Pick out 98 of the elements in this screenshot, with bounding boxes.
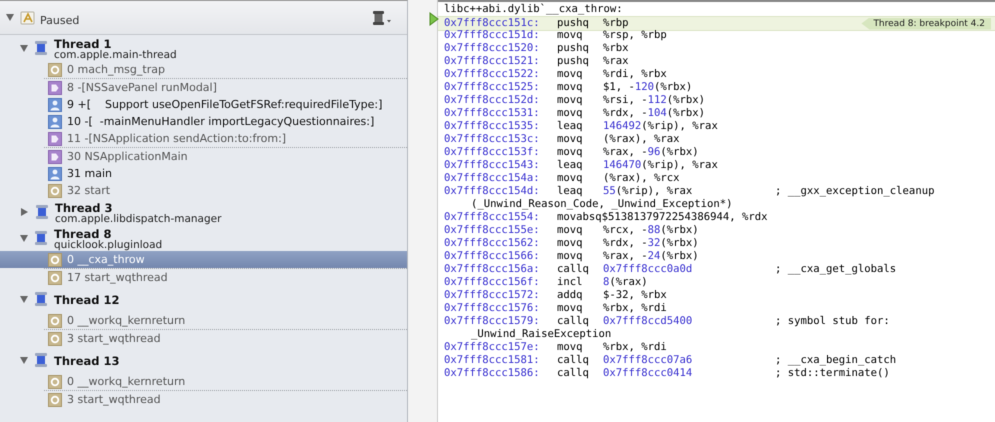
frame-label: 32 start [67, 184, 110, 197]
gear-icon [48, 252, 62, 266]
disclosure-triangle-icon[interactable] [20, 356, 28, 364]
stack-frame-row[interactable]: 17 start_wqthread [44, 268, 407, 286]
code-line: 0x7fff8ccc153c: movq (%rax), %rax [444, 133, 681, 146]
frame-label: 0 mach_msg_trap [67, 63, 165, 76]
gear-icon [48, 314, 62, 328]
stack-frame-row[interactable]: 0 mach_msg_trap [44, 61, 407, 78]
gear-icon [48, 392, 62, 406]
frame-label: 0 __cxa_throw [67, 253, 145, 266]
thread-filter-icon[interactable] [371, 10, 393, 26]
gear-icon [48, 332, 62, 346]
code-line: 0x7fff8ccc1522: movq %rdi, %rbx [444, 68, 668, 81]
stack-frame-row[interactable]: 30 NSApplicationMain [44, 147, 407, 165]
stack-frame-row[interactable]: 0 __workq_kernreturn [44, 312, 407, 329]
mug-icon [48, 132, 62, 146]
thread-row[interactable]: Thread 1 com.apple.main-thread [0, 35, 407, 61]
frame-label: 0 __workq_kernreturn [67, 375, 186, 388]
thread-name: Thread 3 [55, 202, 112, 214]
spool-icon [35, 204, 49, 220]
code-line: 0x7fff8ccc152d: movq %rsi, -112(%rbx) [444, 94, 706, 107]
stack-frame-row[interactable]: 3 start_wqthread [44, 390, 407, 408]
code-line: 0x7fff8ccc155e: movq %rcx, -88(%rbx) [444, 224, 700, 237]
code-line: 0x7fff8ccc1554: movabsq$5138137972254386944, %rdx [444, 211, 768, 224]
frame-label: 0 __workq_kernreturn [67, 314, 186, 327]
code-line: 0x7fff8ccc156a: callq 0x7fff8ccc0a0d ; __cxa_get_globals [444, 263, 896, 276]
disclosure-triangle-icon[interactable] [21, 208, 28, 216]
stack-frame-row[interactable]: 11 -[NSApplication sendAction:to:from:] [44, 130, 407, 147]
code-line: 0x7fff8ccc1566: movq %rax, -24(%rbx) [444, 250, 700, 263]
code-line: 0x7fff8ccc1535: leaq 146492(%rip), %rax [444, 120, 719, 133]
thread-row[interactable]: Thread 12 [0, 286, 407, 312]
stack-frame-row[interactable]: 9 +[ Support useOpenFileToGetFSRef:requiredFileType:] [44, 96, 407, 113]
disclosure-triangle-icon[interactable] [20, 234, 28, 242]
thread-row[interactable]: Thread 13 [0, 347, 407, 373]
frame-label: 30 NSApplicationMain [67, 150, 188, 163]
stack-frame-row[interactable]: 3 start_wqthread [44, 329, 407, 347]
code-line: 0x7fff8ccc156f: incl 8(%rax) [444, 276, 649, 289]
person-icon [48, 98, 62, 112]
code-line: 0x7fff8ccc151d: movq %rsp, %rbp [444, 29, 668, 42]
code-line: 0x7fff8ccc154d: leaq 55(%rip), %rax ; __gxx_exception_cleanup [444, 185, 934, 198]
code-line: 0x7fff8ccc1579: callq 0x7fff8ccd5400 ; symbol stub for: [444, 315, 890, 328]
status-label: Paused [40, 14, 80, 27]
person-icon [48, 114, 62, 128]
thread-name: Thread 8 [54, 228, 112, 240]
spool-icon [34, 40, 48, 56]
app-icon [20, 10, 36, 26]
code-line: 0x7fff8ccc151c: pushq %rbp [444, 17, 630, 30]
thread-name: Thread 13 [54, 355, 120, 367]
thread-name: Thread 1 [54, 38, 112, 50]
frame-label: 31 main [67, 167, 112, 180]
code-line: _Unwind_RaiseException [470, 328, 612, 341]
stack-frame-row[interactable]: 8 -[NSSavePanel runModal] [44, 78, 407, 96]
spool-icon [34, 352, 48, 368]
code-line: 0x7fff8ccc157e: movq %rbx, %rdi [444, 341, 668, 354]
thread-name: Thread 12 [54, 294, 120, 306]
code-line: (_Unwind_Reason_Code, _Unwind_Exception*) [470, 198, 734, 211]
stack-frame-row[interactable]: 32 start [44, 182, 407, 199]
frame-label: 8 -[NSSavePanel runModal] [67, 81, 217, 94]
disclosure-triangle-icon[interactable] [20, 296, 28, 302]
gear-icon [48, 62, 62, 76]
queue-name: com.apple.main-thread [54, 50, 177, 60]
code-line: 0x7fff8ccc1562: movq %rdx, -32(%rbx) [444, 237, 700, 250]
frame-label: 3 start_wqthread [67, 393, 161, 406]
frame-label: 10 -[ -mainMenuHandler importLegacyQuestionnaires:] [67, 115, 374, 128]
code-line: 0x7fff8ccc153f: movq %rax, -96(%rbx) [444, 146, 700, 159]
code-line: 0x7fff8ccc154a: movq (%rax), %rcx [444, 172, 681, 185]
frame-label: 9 +[ Support useOpenFileToGetFSRef:requiredFileType:] [67, 98, 382, 111]
code-line: 0x7fff8ccc1531: movq %rdx, -104(%rbx) [444, 107, 706, 120]
queue-name: quicklook.pluginload [54, 240, 162, 250]
gear-icon [48, 184, 62, 198]
function-header: libc++abi.dylib`__cxa_throw: [443, 3, 624, 16]
code-line: 0x7fff8ccc1576: movq %rbx, %rdi [444, 302, 668, 315]
frame-label: 17 start_wqthread [67, 271, 168, 284]
code-line: 0x7fff8ccc1543: leaq 146470(%rip), %rax [444, 159, 719, 172]
stack-frame-row[interactable]: 31 main [44, 165, 407, 182]
mug-icon [48, 150, 62, 164]
stack-frame-row[interactable]: 10 -[ -mainMenuHandler importLegacyQuestionnaires:] [44, 113, 407, 130]
spool-icon [34, 230, 48, 246]
mug-icon [48, 80, 62, 94]
frame-label: 3 start_wqthread [67, 332, 161, 345]
code-line: 0x7fff8ccc1581: callq 0x7fff8ccc07a6 ; __cxa_begin_catch [444, 354, 896, 367]
breakpoint-badge: Thread 8: breakpoint 4.2 [861, 18, 991, 30]
queue-name: com.apple.libdispatch-manager [55, 214, 222, 224]
stack-frame-row[interactable]: 0 __workq_kernreturn [44, 373, 407, 390]
disclosure-triangle-icon[interactable] [20, 44, 28, 52]
thread-row[interactable]: Thread 3 com.apple.libdispatch-manager [0, 199, 407, 225]
spool-icon [34, 291, 48, 307]
frame-label: 11 -[NSApplication sendAction:to:from:] [67, 132, 286, 145]
thread-row[interactable]: Thread 8 quicklook.pluginload [0, 225, 407, 251]
code-line: 0x7fff8ccc1520: pushq %rbx [444, 42, 630, 55]
code-line: 0x7fff8ccc1586: callq 0x7fff8ccc0414 ; std::terminate() [444, 367, 890, 380]
gear-icon [48, 270, 62, 284]
person-icon [48, 166, 62, 180]
gear-icon [48, 374, 62, 388]
program-counter-icon [429, 12, 439, 26]
code-line: 0x7fff8ccc1572: addq $-32, %rbx [444, 289, 668, 302]
code-line: 0x7fff8ccc1525: movq $1, -120(%rbx) [444, 81, 694, 94]
code-line: 0x7fff8ccc1521: pushq %rax [444, 55, 630, 68]
